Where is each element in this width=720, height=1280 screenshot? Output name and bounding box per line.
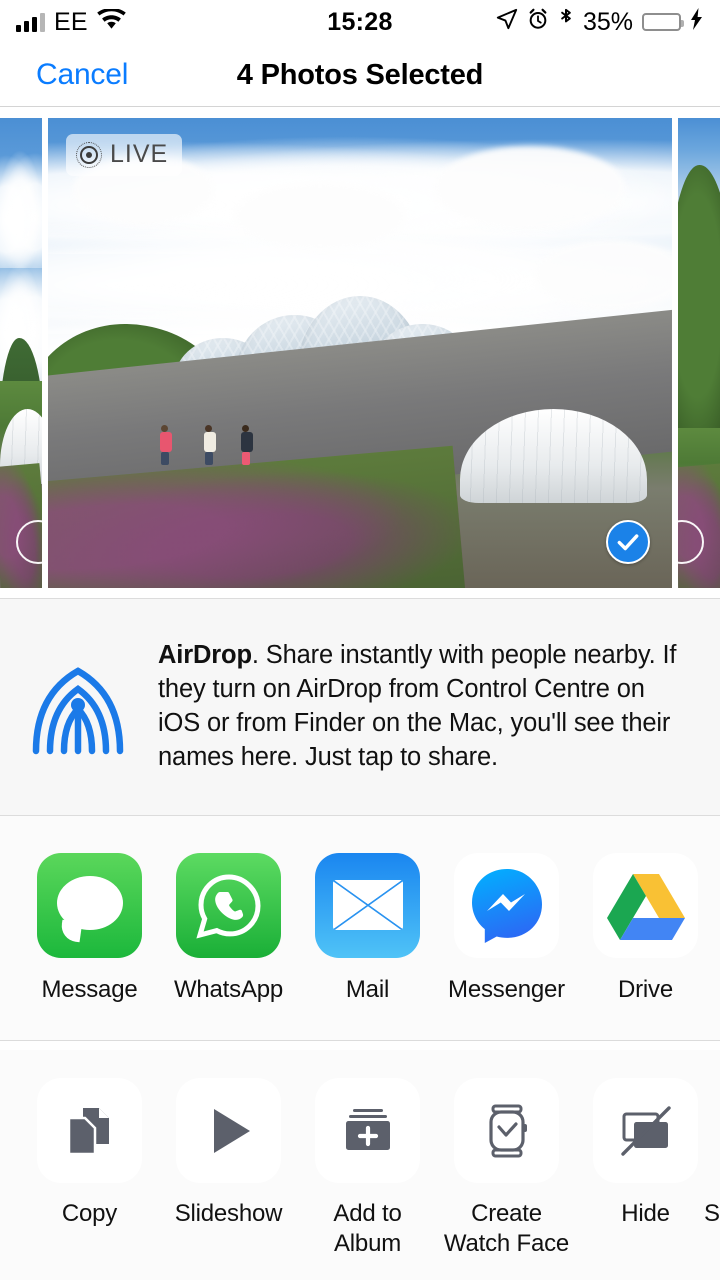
- photo-thumbnail-selected[interactable]: LIVE: [48, 117, 672, 588]
- airdrop-icon[interactable]: [22, 655, 134, 759]
- share-action-row[interactable]: Copy Slideshow Add to Album Create Watch…: [0, 1050, 720, 1280]
- status-bar-left: EE: [16, 7, 126, 37]
- share-target-mail[interactable]: Mail: [298, 852, 437, 1004]
- mail-app-icon[interactable]: [315, 852, 420, 958]
- messenger-app-icon[interactable]: [454, 852, 559, 958]
- live-photo-label: LIVE: [110, 140, 169, 168]
- airdrop-title: AirDrop: [158, 641, 252, 670]
- lightning-bolt-icon: [690, 7, 704, 37]
- status-bar: EE 15:28 35%: [0, 0, 720, 44]
- share-app-row[interactable]: Message WhatsApp Mail Messenger Drive: [0, 816, 720, 1041]
- photo-image: [48, 117, 672, 588]
- whatsapp-app-icon[interactable]: [176, 852, 281, 958]
- share-target-drive[interactable]: Drive: [576, 852, 715, 1004]
- photo-strip[interactable]: LIVE: [0, 107, 720, 599]
- live-photo-icon: [76, 141, 102, 168]
- copy-icon[interactable]: [37, 1078, 142, 1183]
- share-target-label: Mail: [345, 975, 390, 1003]
- action-copy[interactable]: Copy: [20, 1078, 159, 1229]
- airdrop-section[interactable]: AirDrop. Share instantly with people nea…: [0, 599, 720, 816]
- share-target-messenger[interactable]: Messenger: [437, 852, 576, 1004]
- action-label: Copy: [61, 1200, 118, 1227]
- play-triangle-icon[interactable]: [176, 1078, 281, 1183]
- location-arrow-icon: [496, 8, 518, 37]
- action-slideshow[interactable]: Slideshow: [159, 1078, 298, 1229]
- photo-image: [678, 117, 720, 588]
- battery-icon: [642, 13, 684, 31]
- alarm-clock-icon: [527, 8, 549, 37]
- share-target-label: Message: [41, 975, 138, 1003]
- navigation-bar: Cancel 4 Photos Selected: [0, 44, 720, 107]
- wifi-icon: [96, 7, 126, 37]
- share-target-whatsapp[interactable]: WhatsApp: [159, 852, 298, 1004]
- add-to-album-icon[interactable]: [315, 1078, 420, 1183]
- share-target-label: WhatsApp: [173, 975, 284, 1003]
- status-bar-right: 35%: [496, 7, 704, 37]
- photo-thumbnail-previous[interactable]: [0, 117, 42, 588]
- battery-percent-label: 35%: [582, 7, 633, 36]
- checkmark-circle-icon[interactable]: [606, 519, 650, 564]
- share-target-label: Messenger: [448, 975, 565, 1003]
- apple-watch-icon[interactable]: [454, 1078, 559, 1183]
- google-drive-app-icon[interactable]: [593, 852, 698, 958]
- share-target-message[interactable]: Message: [20, 852, 159, 1004]
- action-hide[interactable]: Hide: [576, 1078, 715, 1229]
- live-photo-badge: LIVE: [66, 133, 183, 176]
- bluetooth-icon: [558, 7, 574, 37]
- action-create-watch-face[interactable]: Create Watch Face: [437, 1078, 576, 1259]
- action-label: Hide: [621, 1200, 670, 1227]
- page-title: 4 Photos Selected: [236, 58, 484, 91]
- hide-photo-icon[interactable]: [593, 1078, 698, 1183]
- action-add-to-album[interactable]: Add to Album: [298, 1078, 437, 1259]
- carrier-label: EE: [54, 7, 88, 36]
- photo-image: [0, 117, 42, 588]
- cellular-signal-icon: [16, 12, 45, 32]
- action-label: Slideshow: [174, 1200, 283, 1227]
- action-label: Add to Album: [333, 1200, 402, 1257]
- airdrop-description: AirDrop. Share instantly with people nea…: [158, 639, 688, 775]
- messages-app-icon[interactable]: [37, 852, 142, 958]
- photo-thumbnail-next[interactable]: [678, 117, 720, 588]
- action-label-cut-off[interactable]: S: [704, 1200, 720, 1228]
- cancel-button[interactable]: Cancel: [36, 58, 128, 92]
- share-target-label: Drive: [617, 975, 673, 1003]
- action-label: Create Watch Face: [443, 1200, 570, 1257]
